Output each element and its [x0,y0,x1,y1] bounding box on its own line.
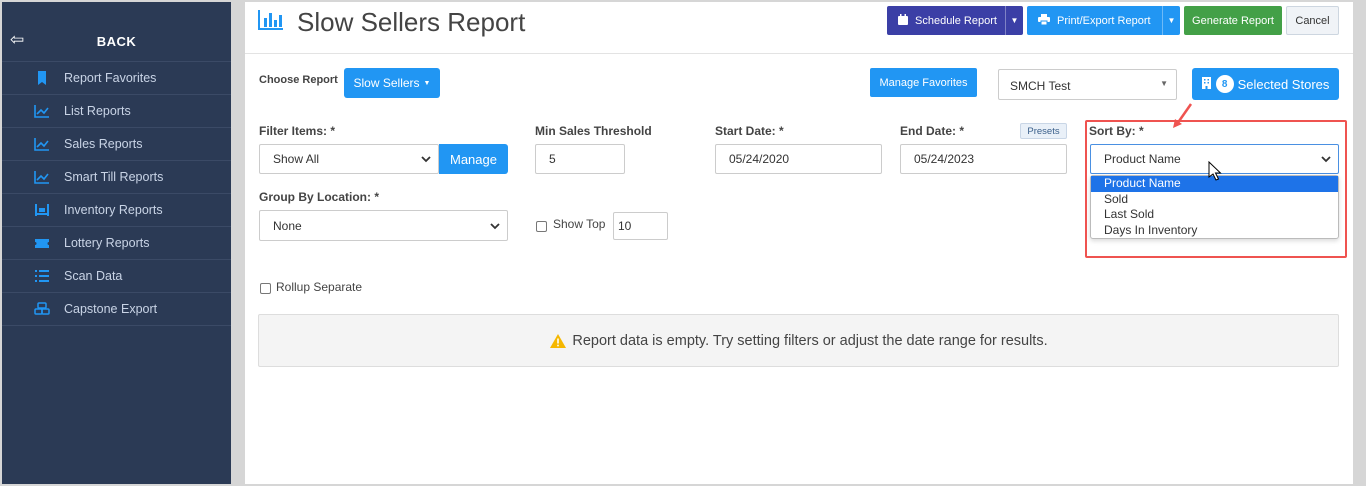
sidebar-item-label: List Reports [64,104,131,118]
list-icon [32,269,52,283]
print-export-label: Print/Export Report [1057,14,1151,27]
cubes-icon [32,302,52,316]
min-sales-input[interactable]: 5 [535,144,625,174]
main-panel: Slow Sellers Report Schedule Report ▼ Pr… [245,2,1353,484]
manage-favorites-button[interactable]: Manage Favorites [870,68,977,97]
sidebar-item-label: Sales Reports [64,137,143,151]
filter-items-label: Filter Items: * [259,124,336,138]
min-sales-label: Min Sales Threshold [535,124,652,138]
start-date-value: 05/24/2020 [729,152,790,166]
title-row: Slow Sellers Report Schedule Report ▼ Pr… [245,2,1353,54]
schedule-dropdown-toggle[interactable]: ▼ [1005,6,1023,35]
presets-button[interactable]: Presets [1020,123,1067,139]
sidebar-item-report-favorites[interactable]: Report Favorites [2,62,231,95]
print-export-button[interactable]: Print/Export Report ▼ [1027,6,1180,35]
mouse-cursor-icon [1208,161,1222,181]
calendar-icon [898,13,908,28]
sidebar-item-sales-reports[interactable]: Sales Reports [2,128,231,161]
sidebar-item-list-reports[interactable]: List Reports [2,95,231,128]
show-top-input[interactable]: 10 [613,212,668,240]
choose-report-value: Slow Sellers [353,76,420,90]
chevron-down-icon [490,222,500,229]
building-icon [1201,76,1211,92]
cancel-button[interactable]: Cancel [1286,6,1339,35]
show-top-label: Show Top [553,217,606,231]
ticket-icon [32,236,52,250]
show-top-checkbox[interactable] [536,221,547,232]
sidebar: ⇦ BACK Report Favorites List Reports Sal… [2,2,231,484]
caret-down-icon: ▼ [1160,79,1168,88]
highlight-box [1085,120,1347,258]
page-title: Slow Sellers Report [297,7,526,37]
back-label: BACK [96,34,137,49]
schedule-report-label: Schedule Report [915,14,997,27]
selected-stores-label: Selected Stores [1237,76,1330,92]
printer-icon [1038,13,1050,28]
sidebar-item-label: Report Favorites [64,71,157,85]
sidebar-item-label: Inventory Reports [64,203,163,217]
red-arrow-icon [1173,103,1193,128]
back-button[interactable]: ⇦ BACK [2,2,231,62]
selected-stores-button[interactable]: 8 Selected Stores [1192,68,1339,100]
bookmark-icon [32,71,52,85]
generate-report-button[interactable]: Generate Report [1184,6,1282,35]
store-select[interactable]: SMCH Test ▼ [998,69,1177,100]
choose-report-dropdown[interactable]: Slow Sellers ▼ [344,68,440,98]
print-dropdown-toggle[interactable]: ▼ [1162,6,1180,35]
sidebar-item-lottery-reports[interactable]: Lottery Reports [2,227,231,260]
pallet-icon [32,203,52,217]
start-date-label: Start Date: * [715,124,784,138]
sidebar-item-label: Smart Till Reports [64,170,164,184]
sidebar-item-smart-till-reports[interactable]: Smart Till Reports [2,161,231,194]
end-date-input[interactable]: 05/24/2023 [900,144,1067,174]
group-by-select[interactable]: None [259,210,508,241]
start-date-input[interactable]: 05/24/2020 [715,144,882,174]
sidebar-item-inventory-reports[interactable]: Inventory Reports [2,194,231,227]
bar-chart-icon [258,10,283,30]
rollup-separate-label: Rollup Separate [276,280,363,294]
choose-report-label: Choose Report [259,74,338,86]
empty-report-message: Report data is empty. Try setting filter… [258,314,1339,367]
end-date-value: 05/24/2023 [914,152,975,166]
min-sales-value: 5 [549,152,556,166]
warning-icon [550,333,567,348]
caret-down-icon: ▼ [423,79,431,87]
chevron-down-icon [421,156,431,163]
sidebar-item-scan-data[interactable]: Scan Data [2,260,231,293]
line-chart-icon [32,104,52,118]
filter-items-value: Show All [273,152,320,166]
line-chart-icon [32,137,52,151]
group-by-value: None [273,218,302,233]
sidebar-item-label: Lottery Reports [64,236,150,250]
manage-button[interactable]: Manage [439,144,508,174]
store-select-value: SMCH Test [1010,79,1071,93]
sidebar-item-label: Scan Data [64,269,123,283]
selected-count-badge: 8 [1215,75,1234,93]
group-by-label: Group By Location: * [259,190,379,204]
end-date-label: End Date: * [900,124,965,138]
line-chart-icon [32,170,52,184]
schedule-report-button[interactable]: Schedule Report ▼ [887,6,1023,35]
rollup-separate-checkbox[interactable] [260,283,271,294]
sidebar-item-capstone-export[interactable]: Capstone Export [2,293,231,326]
empty-message-text: Report data is empty. Try setting filter… [572,332,1048,349]
show-top-value: 10 [618,219,632,233]
sidebar-item-label: Capstone Export [64,302,158,316]
filter-items-select[interactable]: Show All [259,144,439,174]
